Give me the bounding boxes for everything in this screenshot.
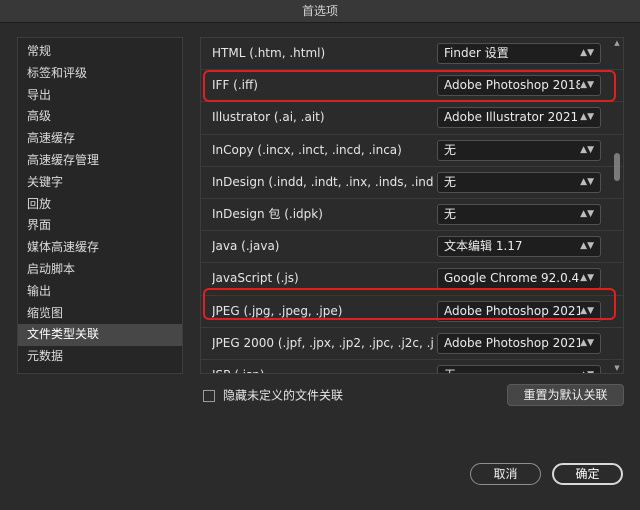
app-select-value: Adobe Illustrator 2021 — [444, 110, 579, 125]
app-select-value: Adobe Photoshop 2021 — [444, 335, 580, 350]
association-row: JavaScript (.js) Google Chrome 92.0.4515… — [201, 263, 623, 296]
scroll-thumb[interactable] — [614, 153, 620, 181]
sidebar-item-cache-management[interactable]: 高速缓存管理 — [18, 150, 182, 172]
file-type-label: JSP (.jsp) — [212, 360, 434, 373]
chevron-updown-icon: ▲▼ — [580, 305, 594, 316]
app-select[interactable]: Adobe Photoshop 2018 ▲▼ — [437, 75, 601, 97]
sidebar-item-cache[interactable]: 高速缓存 — [18, 128, 182, 150]
chevron-updown-icon: ▲▼ — [580, 273, 594, 284]
chevron-updown-icon: ▲▼ — [580, 366, 594, 373]
association-row: JPEG (.jpg, .jpeg, .jpe) Adobe Photoshop… — [201, 296, 623, 328]
app-select[interactable]: Google Chrome 92.0.4515.1...▲▼ — [437, 268, 601, 290]
hide-undefined-label: 隐藏未定义的文件关联 — [223, 388, 344, 403]
app-select[interactable]: 无▲▼ — [437, 364, 601, 373]
chevron-updown-icon: ▲▼ — [580, 112, 594, 123]
association-row: IFF (.iff) Adobe Photoshop 2018 ▲▼ — [201, 70, 623, 103]
file-type-label: InDesign 包 (.idpk) — [212, 206, 323, 221]
file-type-label: JPEG 2000 (.jpf, .jpx, .jp2, .jpc, .j2c,… — [212, 335, 434, 350]
app-select-value: Adobe Photoshop 2021 — [444, 303, 580, 318]
app-select[interactable]: Adobe Photoshop 2021 ▲▼ — [437, 300, 601, 322]
chevron-updown-icon: ▲▼ — [580, 144, 594, 155]
app-select[interactable]: Adobe Photoshop 2021 ▲▼ — [437, 332, 601, 354]
cancel-button[interactable]: 取消 — [470, 463, 541, 485]
app-select[interactable]: 无 ▲▼ — [437, 203, 601, 225]
app-select[interactable]: Adobe Illustrator 2021 ▲▼ — [437, 107, 601, 129]
app-select-value: Google Chrome 92.0.4515.1... — [444, 271, 580, 286]
file-type-label: InCopy (.incx, .inct, .incd, .inca) — [212, 142, 402, 157]
app-select-value: 无 — [444, 206, 457, 221]
sidebar-item-output[interactable]: 输出 — [18, 281, 182, 303]
sidebar-item-thumbnails[interactable]: 缩览图 — [18, 303, 182, 325]
sidebar-item-export[interactable]: 导出 — [18, 85, 182, 107]
sidebar-item-startup-scripts[interactable]: 启动脚本 — [18, 259, 182, 281]
chevron-updown-icon: ▲▼ — [580, 48, 594, 58]
association-row: HTML (.htm, .html) Finder 设置 ▲▼ — [201, 38, 623, 71]
sidebar-item-file-type-associations[interactable]: 文件类型关联 — [18, 324, 182, 347]
hide-undefined-option[interactable]: 隐藏未定义的文件关联 — [203, 387, 343, 403]
file-type-label: JavaScript (.js) — [212, 271, 299, 286]
chevron-updown-icon: ▲▼ — [580, 208, 594, 219]
app-select-value: Finder 设置 — [444, 46, 509, 60]
app-select-value: 无 — [444, 142, 457, 157]
sidebar-item-keywords[interactable]: 关键字 — [18, 172, 182, 194]
sidebar-item-interface[interactable]: 界面 — [18, 215, 182, 237]
sidebar-item-metadata[interactable]: 元数据 — [18, 346, 182, 368]
association-row: Illustrator (.ai, .ait) Adobe Illustrato… — [201, 102, 623, 135]
scroll-down-arrow-icon[interactable]: ▼ — [612, 363, 622, 373]
sidebar-item-media-cache[interactable]: 媒体高速缓存 — [18, 237, 182, 259]
app-select[interactable]: 无 ▲▼ — [437, 139, 601, 161]
file-associations-list: HTML (.htm, .html) Finder 设置 ▲▼ IFF (.iff… — [200, 37, 624, 374]
file-type-label: Java (.java) — [212, 239, 280, 254]
reset-to-default-button[interactable]: 重置为默认关联 — [507, 384, 624, 406]
app-select-value: Adobe Photoshop 2018 — [444, 78, 580, 93]
app-select-value: 文本编辑 1.17 — [444, 239, 523, 254]
sidebar-item-advanced[interactable]: 高级 — [18, 106, 182, 128]
scroll-up-arrow-icon[interactable]: ▲ — [612, 38, 622, 48]
chevron-updown-icon: ▲▼ — [580, 241, 594, 252]
sidebar-item-playback[interactable]: 回放 — [18, 194, 182, 216]
chevron-updown-icon: ▲▼ — [580, 176, 594, 187]
sidebar-item-labels-ratings[interactable]: 标签和评级 — [18, 63, 182, 85]
app-select-value: 无 — [444, 174, 457, 189]
sidebar-item-general[interactable]: 常规 — [18, 41, 182, 63]
chevron-updown-icon: ▲▼ — [580, 80, 594, 91]
file-type-label: IFF (.iff) — [212, 78, 258, 93]
hide-undefined-checkbox[interactable] — [203, 389, 215, 402]
association-row: InCopy (.incx, .inct, .incd, .inca) 无 ▲▼ — [201, 135, 623, 167]
chevron-updown-icon: ▲▼ — [580, 337, 594, 348]
file-type-label: InDesign (.indd, .indt, .inx, .inds, .in… — [212, 174, 434, 189]
ok-button[interactable]: 确定 — [552, 463, 623, 485]
association-row: JPEG 2000 (.jpf, .jpx, .jp2, .jpc, .j2c,… — [201, 328, 623, 360]
app-select-value: 无 — [444, 366, 580, 373]
app-select[interactable]: 无 ▲▼ — [437, 171, 601, 193]
association-row: InDesign 包 (.idpk) 无 ▲▼ — [201, 199, 623, 232]
window-title: 首选项 — [0, 0, 640, 23]
file-type-label: Illustrator (.ai, .ait) — [212, 110, 325, 125]
association-row: InDesign (.indd, .indt, .inx, .inds, .in… — [201, 167, 623, 199]
preferences-sidebar: 常规 标签和评级 导出 高级 高速缓存 高速缓存管理 关键字 回放 界面 媒体高… — [17, 37, 183, 374]
list-scrollbar[interactable]: ▲ ▼ — [612, 38, 622, 373]
association-row: Java (.java) 文本编辑 1.17 ▲▼ — [201, 231, 623, 264]
association-row: JSP (.jsp) 无▲▼ — [201, 360, 623, 373]
file-type-label: JPEG (.jpg, .jpeg, .jpe) — [212, 303, 343, 318]
app-select[interactable]: Finder 设置 ▲▼ — [437, 43, 601, 64]
app-select[interactable]: 文本编辑 1.17 ▲▼ — [437, 236, 601, 258]
file-type-label: HTML (.htm, .html) — [212, 46, 326, 60]
